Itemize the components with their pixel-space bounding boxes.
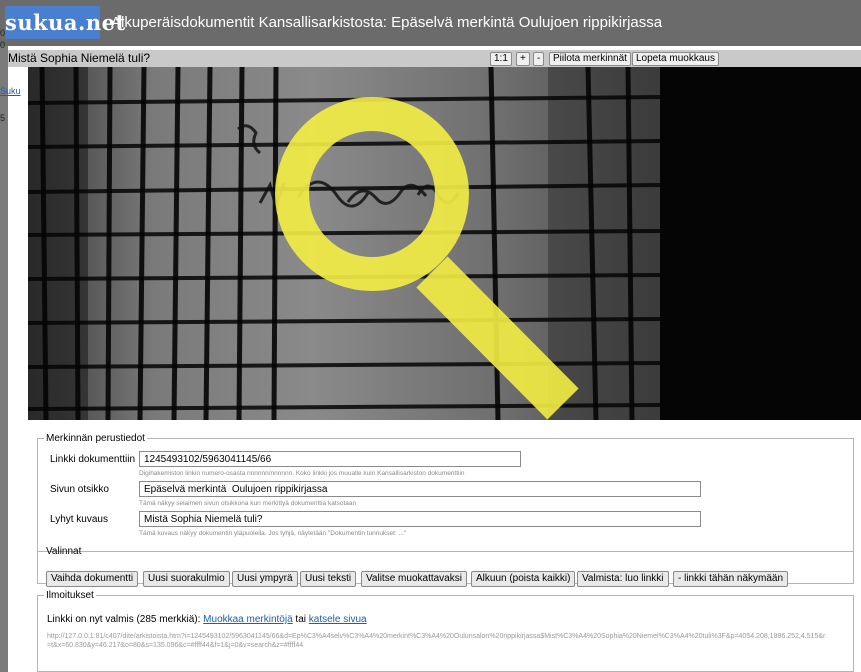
document-overlay [28, 67, 661, 420]
view-page-link[interactable]: katsele sivua [309, 614, 367, 625]
actions-legend: Valinnat [46, 546, 82, 557]
notices-fieldset: Ilmoitukset [37, 590, 854, 672]
page-title-label: Sivun otsikko [50, 484, 109, 495]
actions-fieldset: Valinnat Vaihda dokumentti Uusi suorakul… [37, 546, 854, 587]
viewer-title: Mistä Sophia Niemelä tuli? [8, 51, 151, 65]
new-circle-button[interactable]: Uusi ympyrä [232, 571, 298, 587]
zoom-out-button[interactable]: - [533, 52, 545, 66]
background-fragment: 0 [0, 40, 6, 50]
link-hint: Digihakemiston linkin numero-osasta nnnn… [139, 470, 465, 477]
reset-button[interactable]: Alkuun (poista kaikki) [471, 571, 576, 587]
stop-edit-button[interactable]: Lopeta muokkaus [632, 52, 719, 66]
generated-url[interactable]: http://127.0.0.1:81/c407/dite/arkistoist… [47, 632, 827, 650]
background-link[interactable]: Suku [0, 86, 21, 96]
basics-legend: Merkinnän perustiedot [46, 433, 145, 444]
create-link-button[interactable]: Valmista: luo linkki [577, 571, 669, 587]
notice-conjunction: tai [292, 614, 309, 625]
new-rectangle-button[interactable]: Uusi suorakulmio [143, 571, 230, 587]
short-desc-field[interactable] [139, 511, 701, 527]
background-fragment: 5 [0, 113, 6, 123]
new-text-button[interactable]: Uusi teksti [300, 571, 357, 587]
background-fragment: 0 [0, 28, 6, 38]
zoom-reset-button[interactable]: 1:1 [490, 52, 512, 66]
edit-marks-link[interactable]: Muokkaa merkintöjä [203, 614, 292, 625]
link-to-view-button[interactable]: - linkki tähän näkymään [673, 571, 789, 587]
site-header: sukua.net Alkuperäisdokumentit Kansallis… [0, 0, 861, 46]
link-ready-text: Linkki on nyt valmis (285 merkkiä): [47, 614, 204, 625]
hide-marks-button[interactable]: Piilota merkinnät [549, 52, 631, 66]
select-editable-button[interactable]: Valitse muokattavaksi [361, 571, 467, 587]
change-document-button[interactable]: Vaihda dokumentti [46, 571, 139, 587]
short-desc-hint: Tämä kuvaus näkyy dokumentin yläpuolella… [139, 530, 407, 537]
page-title: Alkuperäisdokumentit Kansallisarkistosta… [111, 14, 663, 31]
notices-legend: Ilmoitukset [46, 590, 94, 601]
document-viewer[interactable] [28, 67, 861, 420]
site-logo[interactable]: sukua.net [5, 6, 125, 39]
short-desc-label: Lyhyt kuvaus [50, 514, 108, 525]
magnifier-icon[interactable] [275, 97, 579, 420]
page-title-field[interactable] [139, 481, 701, 497]
document-link-field[interactable] [139, 451, 521, 467]
viewer-toolbar: Mistä Sophia Niemelä tuli? 1:1 + - Piilo… [8, 50, 861, 67]
page-title-hint: Tämä näkyy selaimen sivun otsikkona kun … [139, 500, 357, 507]
link-label: Linkki dokumenttiin [50, 454, 136, 465]
zoom-in-button[interactable]: + [516, 52, 530, 66]
background-page-strip [0, 46, 8, 672]
link-ready-notice: Linkki on nyt valmis (285 merkkiä): Muok… [47, 614, 367, 625]
